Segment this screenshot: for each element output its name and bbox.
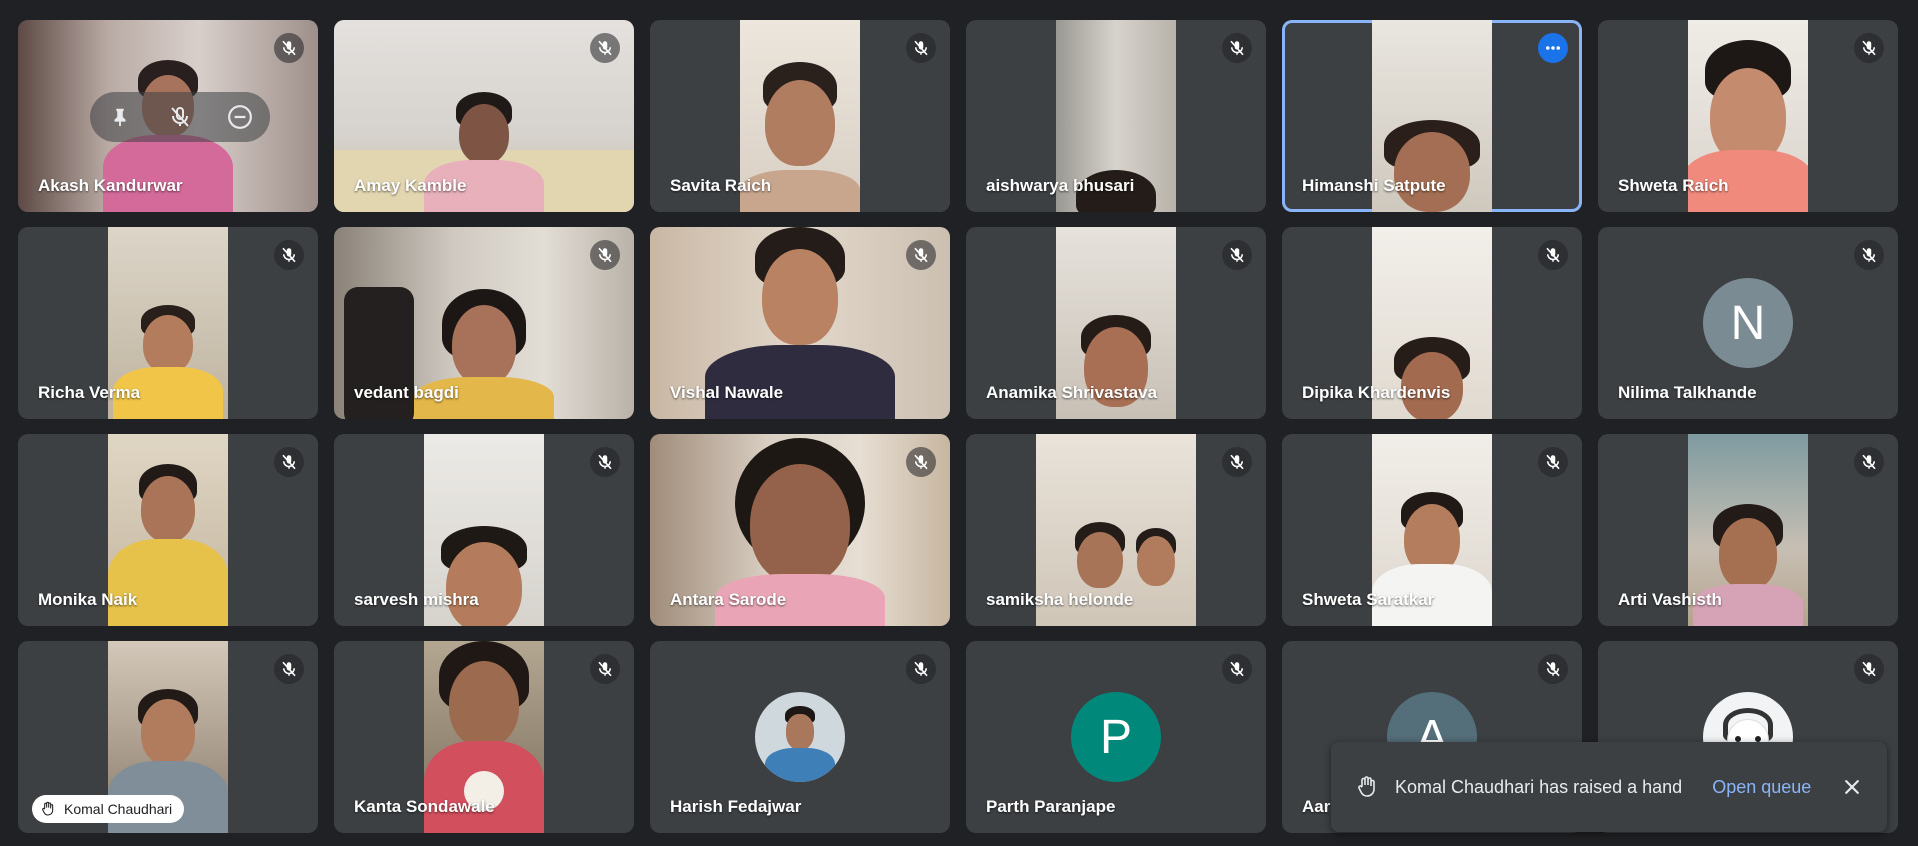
participant-name: Harish Fedajwar — [670, 797, 802, 816]
participant-name: Anamika Shrivastava — [986, 383, 1158, 402]
mic-off-icon — [1538, 654, 1568, 684]
open-queue-button[interactable]: Open queue — [1712, 777, 1811, 798]
participant-tile[interactable]: Arti Vashisth — [1598, 434, 1898, 626]
participant-name: Richa Verma — [38, 383, 141, 402]
mic-off-icon — [1854, 33, 1884, 63]
mic-off-icon — [906, 447, 936, 477]
participant-tile[interactable]: P Parth Paranjape — [966, 641, 1266, 833]
participant-name: Kanta Sondawale — [354, 797, 495, 816]
participant-name: Antara Sarode — [670, 590, 787, 609]
participant-tile[interactable]: Antara Sarode — [650, 434, 950, 626]
mic-off-icon — [1538, 447, 1568, 477]
participant-tile[interactable]: Anamika Shrivastava — [966, 227, 1266, 419]
participant-name: aishwarya bhusari — [986, 176, 1135, 195]
participant-name: Arti Vashisth — [1618, 590, 1722, 609]
participant-tile[interactable]: Richa Verma — [18, 227, 318, 419]
raised-hand-icon — [42, 801, 54, 816]
mic-off-icon — [1854, 654, 1884, 684]
mic-off-icon — [1854, 447, 1884, 477]
mic-off-icon — [1222, 33, 1252, 63]
participant-tile[interactable]: Amay Kamble — [334, 20, 634, 212]
mic-off-icon — [590, 654, 620, 684]
participant-tile[interactable]: Harish Fedajwar — [650, 641, 950, 833]
raised-hand-name: Komal Chaudhari — [64, 801, 173, 817]
tile-hover-controls — [90, 92, 270, 142]
participant-name: sarvesh mishra — [354, 590, 479, 609]
participant-tile[interactable]: Dipika Khardenvis — [1282, 227, 1582, 419]
participant-name: Parth Paranjape — [986, 797, 1116, 816]
raised-hand-notification: Komal Chaudhari has raised a hand Open q… — [1331, 742, 1887, 832]
mic-off-icon — [1538, 240, 1568, 270]
participant-name: Amay Kamble — [354, 176, 467, 195]
participant-tile-selected[interactable]: Himanshi Satpute — [1282, 20, 1582, 212]
mic-off-icon — [906, 240, 936, 270]
participant-tile[interactable]: aishwarya bhusari — [966, 20, 1266, 212]
participant-tile[interactable]: Shweta Raich — [1598, 20, 1898, 212]
participant-photo-avatar — [755, 692, 845, 782]
participant-tile[interactable]: Komal Chaudhari — [18, 641, 318, 833]
remove-participant-icon[interactable] — [222, 99, 258, 135]
mic-off-icon — [1222, 447, 1252, 477]
mic-off-icon — [274, 654, 304, 684]
participant-avatar: P — [1071, 692, 1161, 782]
more-options-icon[interactable] — [1538, 33, 1568, 63]
participant-tile[interactable]: Monika Naik — [18, 434, 318, 626]
participant-grid: Akash Kandurwar Amay Kamble Savita Raich… — [18, 20, 1898, 833]
participant-name: Shweta Saratkar — [1302, 590, 1435, 609]
participant-tile[interactable]: sarvesh mishra — [334, 434, 634, 626]
mic-off-icon — [590, 240, 620, 270]
participant-tile[interactable]: vedant bagdi — [334, 227, 634, 419]
participant-name: Dipika Khardenvis — [1302, 383, 1451, 402]
raised-hand-icon — [1353, 775, 1381, 799]
mic-off-icon — [274, 240, 304, 270]
participant-name: Nilima Talkhande — [1618, 383, 1757, 402]
participant-name: Aar — [1302, 797, 1331, 816]
close-icon[interactable] — [1837, 772, 1867, 802]
mic-off-icon — [590, 33, 620, 63]
participant-name: Shweta Raich — [1618, 176, 1729, 195]
mic-off-icon — [906, 33, 936, 63]
participant-tile[interactable]: Akash Kandurwar — [18, 20, 318, 212]
participant-tile[interactable]: samiksha helonde — [966, 434, 1266, 626]
mic-off-icon — [906, 654, 936, 684]
participant-tile[interactable]: Shweta Saratkar — [1282, 434, 1582, 626]
participant-tile[interactable]: Kanta Sondawale — [334, 641, 634, 833]
notification-message: Komal Chaudhari has raised a hand — [1395, 776, 1683, 797]
raised-hand-badge: Komal Chaudhari — [32, 795, 185, 823]
participant-tile[interactable]: N Nilima Talkhande — [1598, 227, 1898, 419]
mic-off-icon — [274, 447, 304, 477]
participant-name: Savita Raich — [670, 176, 772, 195]
mic-off-icon — [1222, 654, 1252, 684]
participant-avatar: N — [1703, 278, 1793, 368]
mute-participant-icon[interactable] — [162, 99, 198, 135]
pin-icon[interactable] — [102, 99, 138, 135]
participant-name: samiksha helonde — [986, 590, 1134, 609]
participant-name: Himanshi Satpute — [1302, 176, 1446, 195]
mic-off-icon — [590, 447, 620, 477]
mic-off-icon — [1854, 240, 1884, 270]
participant-name: Monika Naik — [38, 590, 138, 609]
mic-off-icon — [274, 33, 304, 63]
mic-off-icon — [1222, 240, 1252, 270]
participant-tile[interactable]: Savita Raich — [650, 20, 950, 212]
participant-tile[interactable]: Vishal Nawale — [650, 227, 950, 419]
participant-name: vedant bagdi — [354, 383, 459, 402]
participant-name: Akash Kandurwar — [38, 176, 183, 195]
participant-name: Vishal Nawale — [670, 383, 784, 402]
